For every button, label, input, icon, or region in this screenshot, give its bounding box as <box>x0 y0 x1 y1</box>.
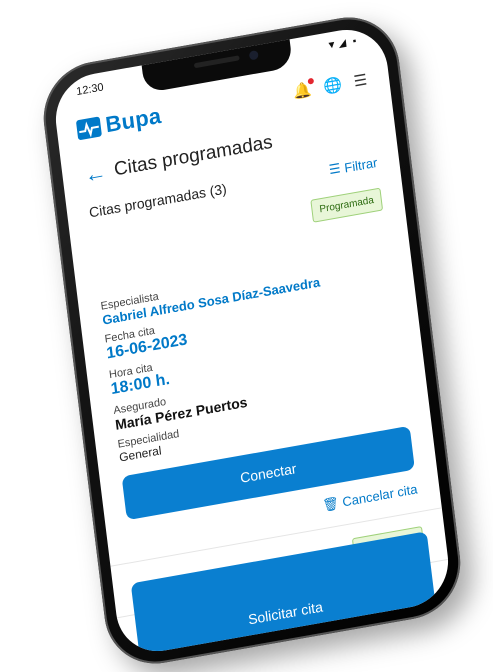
appointments-count: Citas programadas (3) <box>88 180 228 221</box>
header-actions: 🔔 🌐 ☰ <box>292 70 368 101</box>
menu-icon[interactable]: ☰ <box>353 70 368 90</box>
phone-screen: 12:30 ▼◢ ▪ Bupa 🔔 🌐 ☰ ← Citas programada… <box>50 22 454 659</box>
globe-icon[interactable]: 🌐 <box>322 75 344 96</box>
status-icons: ▼◢ ▪ <box>326 35 359 52</box>
appointment-card: Especialista Gabriel Alfredo Sosa Díaz-S… <box>100 250 418 548</box>
trash-icon: 🗑 <box>321 495 340 513</box>
status-time: 12:30 <box>75 81 105 99</box>
bupa-logo[interactable]: Bupa <box>75 102 163 144</box>
status-badge: Programada <box>310 187 384 223</box>
phone-frame: 12:30 ▼◢ ▪ Bupa 🔔 🌐 ☰ ← Citas programada… <box>37 8 467 672</box>
speaker <box>193 55 240 69</box>
request-label: Solicitar cita <box>247 598 324 628</box>
notification-dot <box>307 77 315 85</box>
arrow-left-icon[interactable]: ← <box>83 159 108 189</box>
sliders-icon: ☰ <box>327 160 342 178</box>
camera <box>248 49 259 61</box>
cancel-label: Cancelar cita <box>341 481 419 510</box>
stage: 12:30 ▼◢ ▪ Bupa 🔔 🌐 ☰ ← Citas programada… <box>0 0 493 672</box>
pulse-icon <box>75 116 102 141</box>
filter-label: Filtrar <box>343 154 379 175</box>
filter-button[interactable]: ☰ Filtrar <box>328 154 378 178</box>
bell-icon[interactable]: 🔔 <box>292 77 315 101</box>
brand-name: Bupa <box>104 102 163 138</box>
